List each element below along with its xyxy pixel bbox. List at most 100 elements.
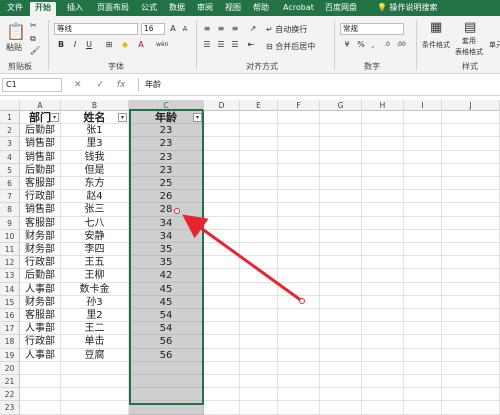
- grid-cell[interactable]: [278, 322, 320, 336]
- row-header[interactable]: 11: [0, 243, 20, 257]
- grid-cell[interactable]: 七八: [61, 216, 129, 230]
- grid-cell[interactable]: 客服部: [20, 177, 61, 191]
- grid-cell[interactable]: [204, 375, 240, 389]
- grid-cell[interactable]: [320, 256, 362, 270]
- grid-cell[interactable]: 23: [129, 124, 204, 138]
- grid-cell[interactable]: [240, 361, 278, 375]
- table-header-cell[interactable]: [204, 111, 240, 125]
- grid-cell[interactable]: [240, 309, 278, 323]
- row-header[interactable]: 2: [0, 124, 20, 138]
- font-size-select[interactable]: 16: [141, 23, 165, 35]
- grid-cell[interactable]: [204, 269, 240, 283]
- grid-cell[interactable]: [404, 203, 442, 217]
- comma-button[interactable]: ,: [368, 40, 378, 50]
- grid-cell[interactable]: 人事部: [20, 322, 61, 336]
- grid-cell[interactable]: 张1: [61, 124, 129, 138]
- column-header-h[interactable]: H: [362, 100, 404, 111]
- grid-cell[interactable]: [61, 401, 129, 415]
- decrease-indent-icon[interactable]: ⇤: [246, 40, 256, 50]
- grid-cell[interactable]: [278, 203, 320, 217]
- grid-cell[interactable]: [320, 335, 362, 349]
- grid-cell[interactable]: [362, 295, 404, 309]
- grid-cell[interactable]: [320, 309, 362, 323]
- name-box[interactable]: C1: [2, 78, 62, 92]
- grid-cell[interactable]: [320, 282, 362, 296]
- grid-cell[interactable]: [204, 256, 240, 270]
- wrap-text-button[interactable]: ↵ 自动换行: [266, 24, 307, 35]
- grid-cell[interactable]: [442, 361, 500, 375]
- grid-cell[interactable]: [404, 150, 442, 164]
- row-header[interactable]: 23: [0, 401, 20, 415]
- grid-cell[interactable]: 安静: [61, 229, 129, 243]
- column-header-f[interactable]: F: [278, 100, 320, 111]
- paste-button[interactable]: 粘贴: [6, 42, 22, 53]
- grid-cell[interactable]: [320, 137, 362, 151]
- grid-cell[interactable]: [442, 137, 500, 151]
- grid-cell[interactable]: [442, 163, 500, 177]
- grid-cell[interactable]: [404, 163, 442, 177]
- insert-function-icon[interactable]: fx: [117, 80, 126, 90]
- grid-cell[interactable]: [204, 243, 240, 257]
- grid-cell[interactable]: [278, 348, 320, 362]
- grid-cell[interactable]: [204, 348, 240, 362]
- grid-cell[interactable]: [362, 309, 404, 323]
- grid-cell[interactable]: [404, 322, 442, 336]
- tab-page-layout[interactable]: 页面布局: [92, 2, 134, 16]
- grid-cell[interactable]: [240, 190, 278, 204]
- grid-cell[interactable]: [320, 124, 362, 138]
- grid-cell[interactable]: [442, 295, 500, 309]
- grid-cell[interactable]: 后勤部: [20, 269, 61, 283]
- format-painter-icon[interactable]: 🖌: [30, 46, 40, 55]
- grid-cell[interactable]: 35: [129, 243, 204, 257]
- grid-cell[interactable]: 王二: [61, 322, 129, 336]
- grid-cell[interactable]: [404, 388, 442, 402]
- grid-cell[interactable]: [278, 388, 320, 402]
- grid-cell[interactable]: 后勤部: [20, 124, 61, 138]
- grid-cell[interactable]: [320, 243, 362, 257]
- grid-cell[interactable]: 行政部: [20, 335, 61, 349]
- grid-cell[interactable]: [204, 282, 240, 296]
- grid-cell[interactable]: [204, 335, 240, 349]
- grid-cell[interactable]: 客服部: [20, 309, 61, 323]
- grid-cell[interactable]: [320, 388, 362, 402]
- column-header-d[interactable]: D: [204, 100, 240, 111]
- worksheet-grid[interactable]: A B C D E F G H I J 1 部门 ▾ 姓名 ▾ 年龄 ▾ 2 后勤部 张1 23 3 销售部 里3 23 4 销售部…: [0, 100, 500, 415]
- grid-cell[interactable]: 23: [129, 150, 204, 164]
- grid-cell[interactable]: 钱我: [61, 150, 129, 164]
- tab-view[interactable]: 视图: [220, 2, 246, 16]
- grid-cell[interactable]: [362, 282, 404, 296]
- grid-cell[interactable]: [240, 401, 278, 415]
- column-header-g[interactable]: G: [320, 100, 362, 111]
- table-header-cell[interactable]: [320, 111, 362, 125]
- grid-cell[interactable]: [442, 269, 500, 283]
- grid-cell[interactable]: [61, 375, 129, 389]
- grid-cell[interactable]: 45: [129, 282, 204, 296]
- grid-cell[interactable]: 行政部: [20, 256, 61, 270]
- grid-cell[interactable]: [404, 190, 442, 204]
- grid-cell[interactable]: [204, 177, 240, 191]
- grid-cell[interactable]: [61, 361, 129, 375]
- grid-cell[interactable]: [320, 348, 362, 362]
- grid-cell[interactable]: 销售部: [20, 203, 61, 217]
- bold-button[interactable]: B: [56, 40, 66, 50]
- grid-cell[interactable]: 张三: [61, 203, 129, 217]
- grid-cell[interactable]: [362, 216, 404, 230]
- grid-cell[interactable]: 销售部: [20, 137, 61, 151]
- grid-cell[interactable]: 王柳: [61, 269, 129, 283]
- orientation-icon[interactable]: ↗: [248, 24, 258, 34]
- fill-color-icon[interactable]: ◆: [120, 40, 130, 50]
- row-header[interactable]: 17: [0, 322, 20, 336]
- decrease-decimal-icon[interactable]: .00: [396, 40, 406, 50]
- grid-cell[interactable]: 34: [129, 216, 204, 230]
- grid-cell[interactable]: [278, 137, 320, 151]
- grid-cell[interactable]: [20, 375, 61, 389]
- grid-cell[interactable]: [320, 322, 362, 336]
- grid-cell[interactable]: [404, 216, 442, 230]
- grid-cell[interactable]: [362, 256, 404, 270]
- column-header-a[interactable]: A: [20, 100, 61, 111]
- grid-cell[interactable]: [204, 229, 240, 243]
- row-header[interactable]: 14: [0, 282, 20, 296]
- shrink-font-icon[interactable]: A: [180, 24, 190, 34]
- grid-cell[interactable]: 李四: [61, 243, 129, 257]
- row-header[interactable]: 5: [0, 163, 20, 177]
